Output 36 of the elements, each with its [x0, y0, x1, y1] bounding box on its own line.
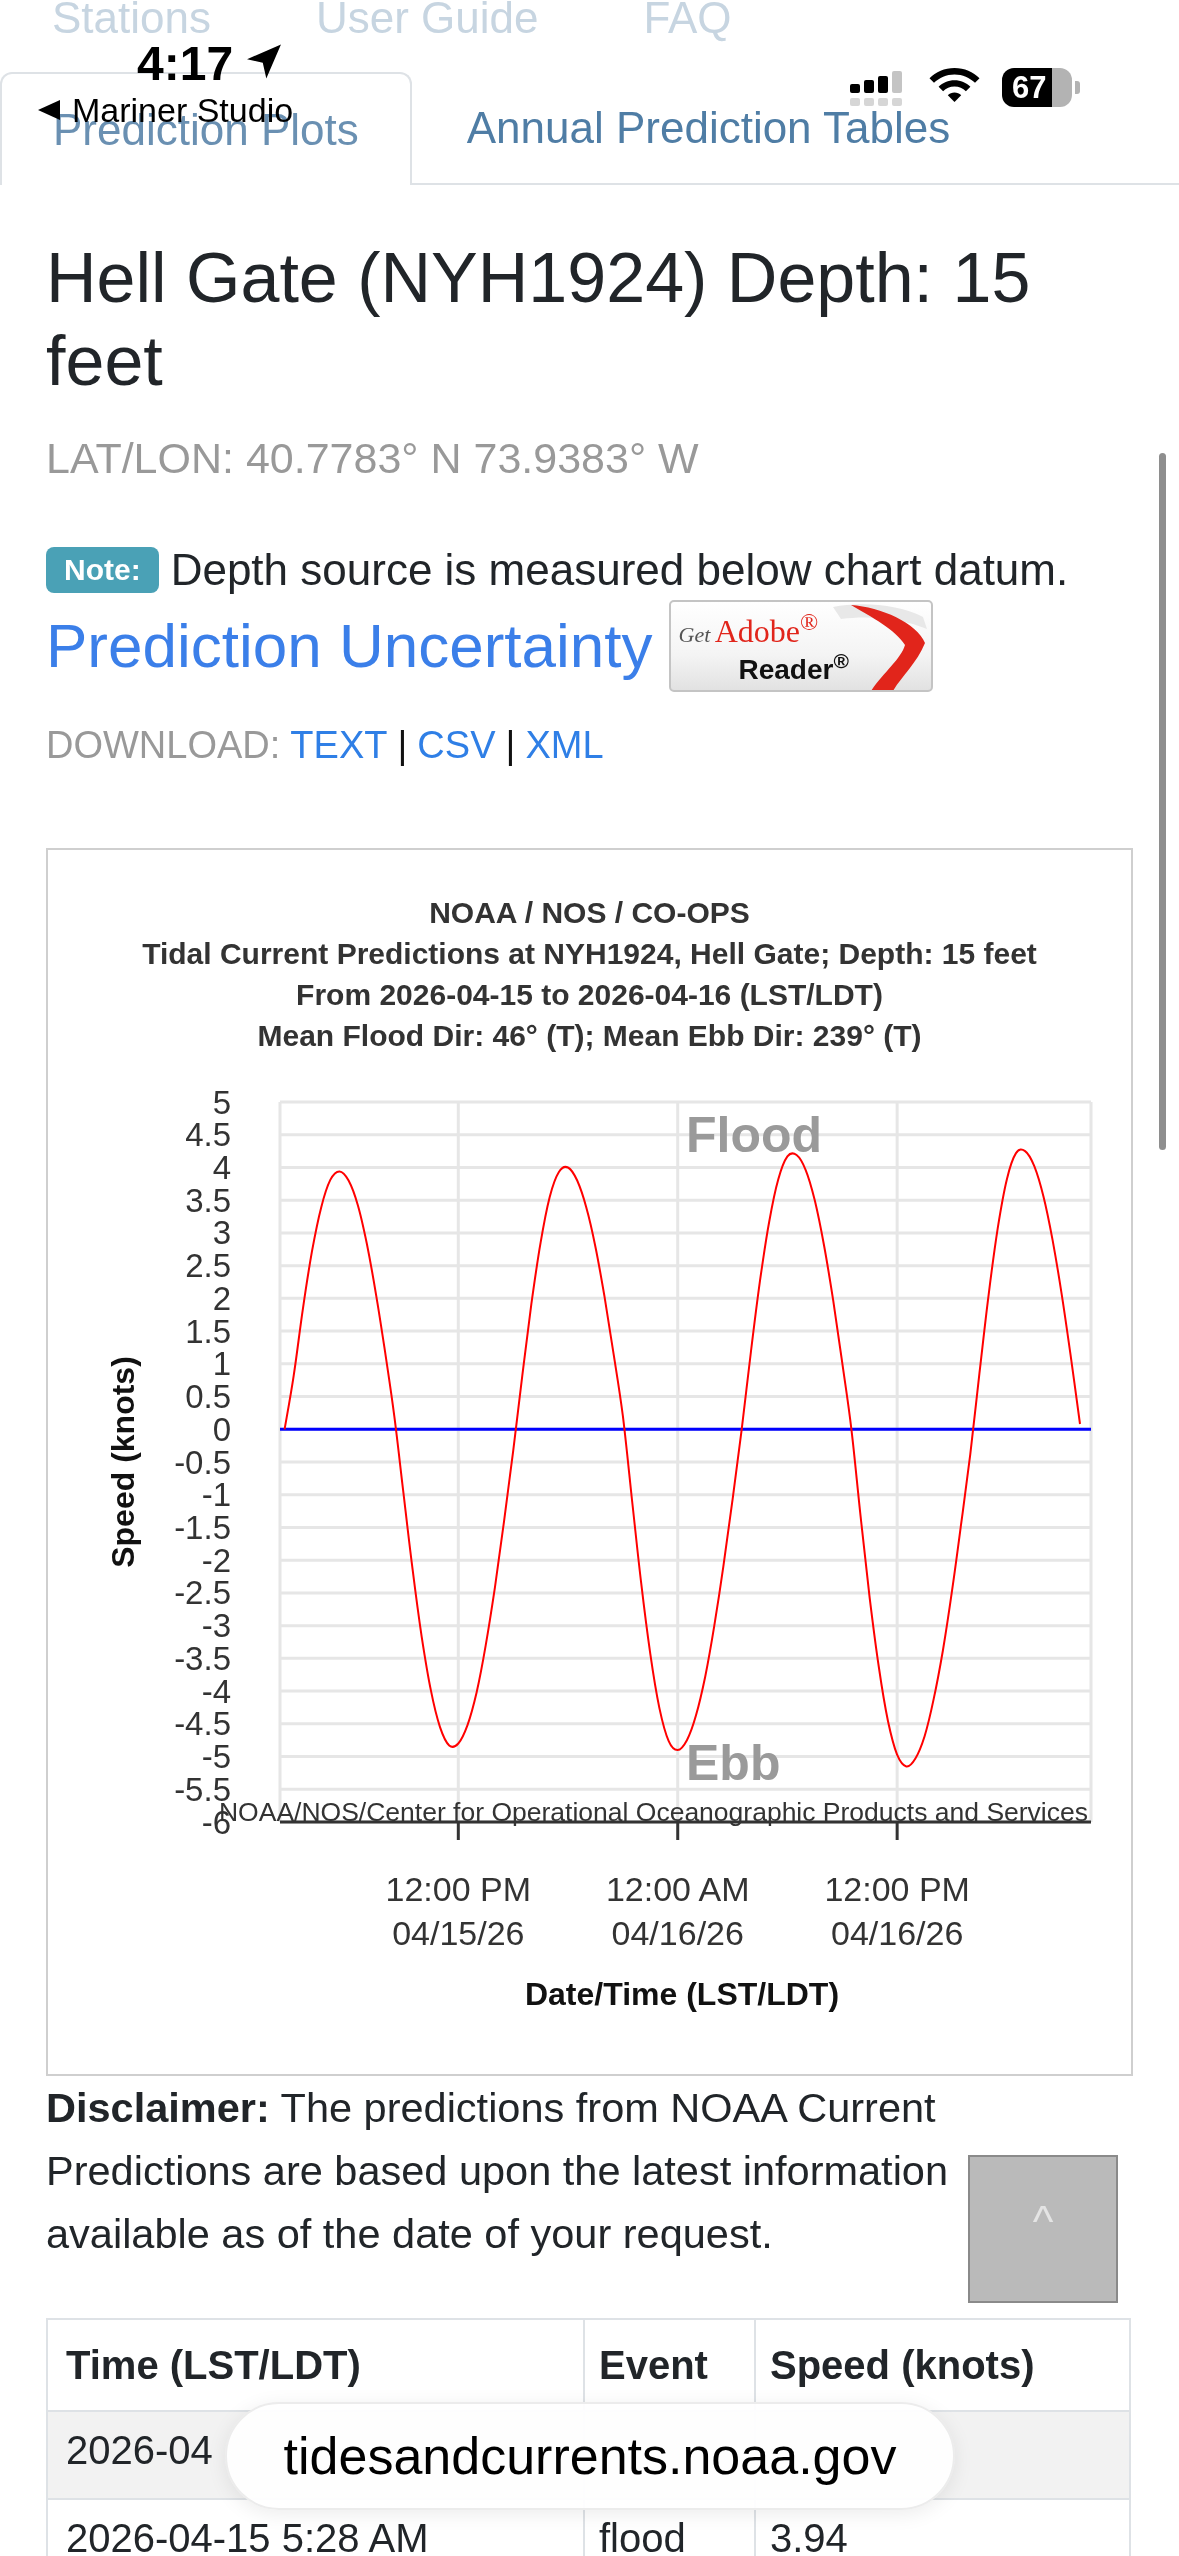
reader-download-badge[interactable]: GetAdobe$^{®}$ Reader$^{®}$ — [668, 599, 933, 692]
axis-tick-label: 12:00 AM 04/16/26 — [605, 1870, 750, 1952]
download-label: DOWNLOAD: — [46, 723, 281, 768]
note-text: Depth source is measured below chart datum. — [170, 544, 1069, 596]
download-link[interactable]: TEXT — [290, 722, 388, 768]
annotation-label: Ebb — [686, 1735, 781, 1791]
axis-tick-label: 12:00 PM 04/15/26 — [385, 1870, 532, 1952]
table-header-cell: Speed (knots) — [770, 2342, 1035, 2388]
battery-indicator: 67 — [1002, 68, 1080, 107]
wifi-icon — [929, 68, 980, 104]
location-arrow-icon — [245, 43, 284, 80]
address-bar[interactable]: tidesandcurrents.noaa.gov — [225, 2402, 955, 2510]
disclaimer-text: Disclaimer: The predictions from NOAA Current Predictions are based upon the latest information available as of the date of your request. — [46, 2083, 950, 2259]
chart-title: Mean Flood Dir: 46° (T); Mean Ebb Dir: 239° (T) — [257, 1017, 922, 1054]
axis-tick-label: 12:00 PM 04/16/26 — [824, 1870, 970, 1952]
uncertainty-link[interactable]: Prediction Uncertainty — [46, 610, 653, 681]
download-link[interactable]: CSV — [417, 722, 496, 768]
table-cell: 2026-04-15 5:28 AM — [66, 2522, 429, 2554]
tab[interactable]: Annual Prediction Tables — [411, 72, 991, 185]
table-cell: 3.94 — [770, 2522, 848, 2554]
annotation-label: Flood — [686, 1107, 823, 1163]
axis-title: Date/Time (LST/LDT) — [524, 1976, 840, 2012]
note-label: Note: — [46, 547, 159, 593]
link-separator: | — [397, 723, 408, 768]
download-link[interactable]: XML — [525, 722, 604, 768]
table-header-cell: Event — [599, 2342, 708, 2388]
chart-title: Tidal Current Predictions at NYH1924, Hell Gate; Depth: 15 feet — [142, 935, 1037, 972]
axis-title: Speed (knots) — [105, 1356, 141, 1568]
page-title: Hell Gate (NYH1924) Depth: 15 feet — [46, 238, 1032, 402]
chart-title: From 2026-04-15 to 2026-04-16 (LST/LDT) — [296, 976, 883, 1013]
table-cell: 2026-04 — [66, 2434, 213, 2466]
table-cell: flood — [599, 2522, 686, 2554]
table-header-cell: Time (LST/LDT) — [66, 2342, 361, 2388]
chart-title: NOAA / NOS / CO-OPS — [429, 894, 750, 931]
link-separator: | — [505, 723, 516, 768]
coordinates-text: LAT/LON: 40.7783° N 73.9383° W — [46, 433, 699, 483]
